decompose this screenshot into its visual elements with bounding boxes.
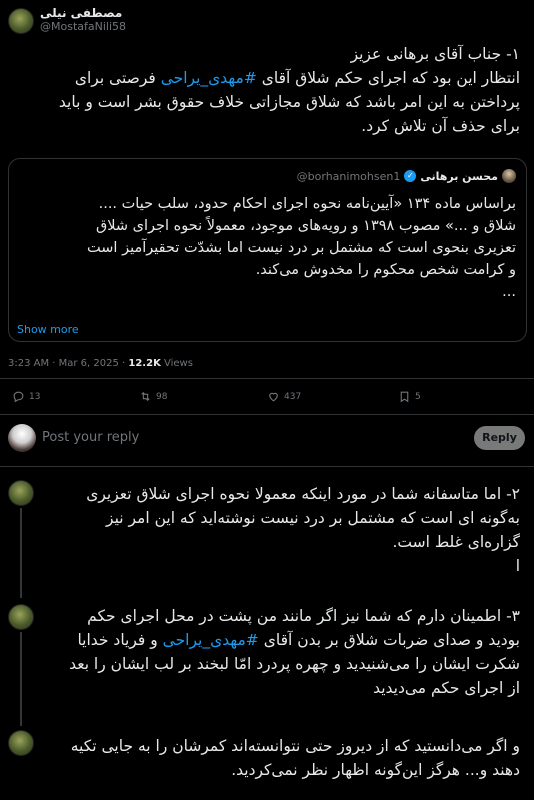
quote-text: براساس ماده ۱۳۴ «آیین‌نامه نحوه اجرای اح…: [17, 193, 516, 303]
thread-line-text: از اجرای حکم می‌دیدید: [373, 679, 520, 697]
thread-connector: [20, 632, 22, 726]
bookmark-icon: [400, 391, 409, 403]
thread-connector: [20, 508, 22, 598]
tweet-line: ۱- جناب آقای برهانی عزیز: [350, 45, 520, 63]
quote-avatar: [502, 169, 516, 183]
divider: [0, 466, 534, 467]
thread-line-text: شکرت ایشان را می‌شنیدید و چهره پردرد امّ…: [69, 655, 520, 673]
reply-action[interactable]: 13: [12, 390, 40, 403]
current-user-avatar[interactable]: [8, 424, 36, 452]
quote-line: ...: [502, 284, 516, 300]
show-more-link[interactable]: Show more: [17, 323, 79, 336]
tweet-line: انتظار این بود که اجرای حکم شلاق آقای #م…: [14, 66, 520, 90]
thread-line-text: به‌گونه ای است که مشتمل بر درد نیست نوشت…: [106, 509, 520, 527]
heart-icon: [269, 392, 278, 402]
tweet-text: ۱- جناب آقای برهانی عزیز انتظار این بود …: [14, 42, 520, 138]
views-count: 12.2K: [128, 358, 161, 369]
quoted-tweet[interactable]: @borhanimohsen1 ✓ محسن برهانی براساس ماد…: [8, 158, 527, 342]
thread-line-text: و اگر می‌دانستید که از دیروز حتی نتوانست…: [70, 737, 520, 755]
thread-line-text: دهند و... هرگز این‌گونه اظهار نظر نمی‌کر…: [231, 761, 520, 779]
thread-line-text: ۲- اما متاسفانه شما در مورد اینکه معمولا…: [86, 485, 520, 503]
divider: [0, 378, 534, 379]
thread-line-text: بودید و صدای ضربات شلاق بر بدن آقای #مهد…: [38, 628, 520, 652]
reply-button[interactable]: Reply: [474, 426, 525, 450]
author-avatar[interactable]: [8, 8, 34, 34]
thread-line-text: گزاره‌ای غلط است.: [392, 533, 520, 551]
verified-icon: ✓: [404, 170, 417, 182]
quote-line: شلاق و ...» مصوب ۱۳۹۸ و رویه‌های موجود، …: [96, 218, 516, 234]
thread-line-text: ا: [515, 557, 520, 575]
bookmark-action[interactable]: 5: [398, 390, 421, 403]
quote-author-name: محسن برهانی: [420, 169, 498, 183]
action-bar: 13 98 437 5: [0, 388, 534, 408]
quote-handle: @borhanimohsen1: [296, 169, 401, 183]
tweet-line: برای حذف آن تلاش کرد.: [361, 117, 520, 135]
like-count: 437: [284, 391, 302, 402]
thread-reply-text: و اگر می‌دانستید که از دیروز حتی نتوانست…: [38, 734, 520, 782]
thread-line-part: بودید و صدای ضربات شلاق بر بدن آقای: [258, 631, 520, 649]
tweet-line-part: فرصتی برای: [74, 69, 161, 87]
thread-avatar[interactable]: [8, 480, 34, 506]
hashtag-link[interactable]: #مهدی_یراحی: [161, 69, 257, 87]
thread-avatar[interactable]: [8, 730, 34, 756]
reply-count: 13: [29, 391, 41, 402]
thread-avatar[interactable]: [8, 604, 34, 630]
hashtag-link[interactable]: #مهدی_یراحی: [163, 631, 259, 649]
tweet-timestamp[interactable]: 3:23 AM · Mar 6, 2025 ·: [8, 358, 128, 369]
thread-reply-text: ۲- اما متاسفانه شما در مورد اینکه معمولا…: [38, 482, 520, 578]
thread-line-text: ۳- اطمینان دارم که شما نیز اگر مانند من …: [87, 607, 520, 625]
author-handle[interactable]: @MostafaNili58: [40, 20, 126, 33]
tweet-line-part: انتظار این بود که اجرای حکم شلاق آقای: [256, 69, 520, 87]
reply-icon: [13, 391, 24, 403]
author-name[interactable]: مصطفی نیلی: [40, 6, 122, 20]
like-action[interactable]: 437: [267, 390, 301, 403]
quote-line: تعزیری بنحوی است که مشتمل بر درد نیست ام…: [87, 240, 516, 256]
tweet-meta: 3:23 AM · Mar 6, 2025 · 12.2K Views: [8, 358, 193, 369]
divider: [0, 414, 534, 415]
tweet-line: پرداختن به این امر باشد که شلاق مجازاتی …: [58, 93, 520, 111]
retweet-action[interactable]: 98: [139, 390, 167, 403]
quote-line: و کرامت شخص محکوم را مخدوش می‌کند.: [255, 262, 516, 278]
retweet-icon: [141, 391, 150, 402]
thread-reply-text: ۳- اطمینان دارم که شما نیز اگر مانند من …: [38, 604, 520, 700]
thread-line-part: و فریاد خدایا: [77, 631, 163, 649]
views-label: Views: [160, 358, 193, 369]
quote-line: براساس ماده ۱۳۴ «آیین‌نامه نحوه اجرای اح…: [98, 196, 516, 212]
retweet-count: 98: [156, 391, 168, 402]
reply-input[interactable]: Post your reply: [42, 430, 139, 445]
bookmark-count: 5: [415, 391, 421, 402]
quote-header: @borhanimohsen1 ✓ محسن برهانی: [297, 169, 516, 183]
